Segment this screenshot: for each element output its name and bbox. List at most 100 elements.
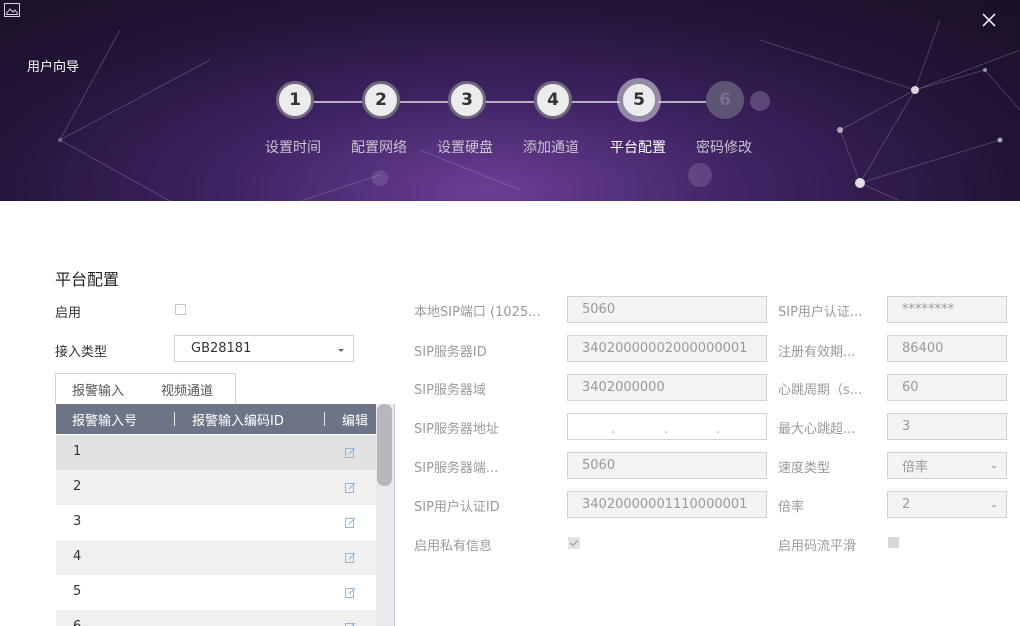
- sip-user-auth-password-value: ********: [902, 302, 954, 317]
- heartbeat-period-label: 心跳周期（s...: [778, 383, 863, 398]
- local-sip-port-label: 本地SIP端口 (1025...: [414, 305, 541, 320]
- alarm-input-table: 报警输入号 报警输入编码ID 编辑 1 2 3 4 5 6: [56, 404, 376, 626]
- table-row[interactable]: 4: [56, 540, 376, 575]
- table-row[interactable]: 5: [56, 575, 376, 610]
- access-type-label: 接入类型: [55, 345, 108, 360]
- enable-checkbox[interactable]: [175, 304, 186, 315]
- step-4-label[interactable]: 添加通道: [506, 137, 596, 157]
- access-type-value: GB28181: [191, 341, 252, 356]
- chevron-down-icon: [338, 348, 344, 352]
- ip-separator: .: [716, 422, 721, 437]
- row-alarm-input-number: 4: [73, 549, 82, 564]
- heartbeat-period-value: 60: [902, 380, 919, 395]
- sip-server-port-value: 5060: [582, 458, 616, 473]
- table-row[interactable]: 2: [56, 470, 376, 505]
- step-4-indicator[interactable]: 4: [534, 81, 572, 119]
- chevron-down-icon: [991, 465, 997, 469]
- table-row[interactable]: 6: [56, 610, 376, 626]
- sip-server-address-label: SIP服务器地址: [414, 422, 499, 437]
- sip-user-auth-id-value: 34020000001110000001: [582, 497, 748, 512]
- local-sip-port-input[interactable]: 5060: [567, 296, 767, 323]
- table-row[interactable]: 3: [56, 505, 376, 540]
- column-divider: [174, 412, 175, 426]
- sip-server-port-label: SIP服务器端...: [414, 461, 499, 476]
- speed-type-select[interactable]: 倍率: [887, 452, 1007, 479]
- sip-server-id-label: SIP服务器ID: [414, 345, 487, 360]
- sip-server-domain-value: 3402000000: [582, 380, 665, 395]
- tab-bar: 报警输入 视频通道: [55, 373, 236, 404]
- max-heartbeat-timeout-input[interactable]: 3: [887, 413, 1007, 440]
- sip-server-id-input[interactable]: 34020000002000000001: [567, 335, 767, 362]
- step-3-indicator[interactable]: 3: [448, 81, 486, 119]
- step-2-label[interactable]: 配置网络: [334, 137, 424, 157]
- speed-type-value: 倍率: [902, 460, 929, 475]
- edit-icon[interactable]: [345, 587, 356, 598]
- enable-private-info-label: 启用私有信息: [414, 539, 493, 554]
- step-1-indicator[interactable]: 1: [276, 81, 314, 119]
- register-validity-label: 注册有效期...: [778, 345, 856, 360]
- step-5-indicator-active[interactable]: 5: [620, 81, 658, 119]
- max-heartbeat-timeout-label: 最大心跳超...: [778, 422, 856, 437]
- column-divider: [324, 412, 325, 426]
- chevron-down-icon: [991, 504, 997, 508]
- row-alarm-input-number: 2: [73, 479, 82, 494]
- row-alarm-input-number: 3: [73, 514, 82, 529]
- sip-server-address-ip-input[interactable]: . . .: [567, 413, 767, 440]
- step-5-label[interactable]: 平台配置: [593, 137, 683, 157]
- ip-separator: .: [664, 422, 669, 437]
- table-row[interactable]: 1: [56, 435, 376, 470]
- close-icon[interactable]: [980, 11, 998, 29]
- enable-stream-smoothing-checkbox[interactable]: [888, 537, 899, 548]
- row-alarm-input-number: 1: [73, 444, 82, 459]
- local-sip-port-value: 5060: [582, 302, 616, 317]
- speed-type-label: 速度类型: [778, 461, 831, 476]
- step-connector: [658, 101, 706, 103]
- column-header-alarm-input-number[interactable]: 报警输入号: [72, 410, 137, 429]
- edit-icon[interactable]: [345, 482, 356, 493]
- sip-user-auth-password-input[interactable]: ********: [887, 296, 1007, 323]
- register-validity-value: 86400: [902, 341, 944, 356]
- sip-server-domain-label: SIP服务器域: [414, 383, 486, 398]
- sip-user-auth-id-input[interactable]: 34020000001110000001: [567, 491, 767, 518]
- rate-select[interactable]: 2: [887, 491, 1007, 518]
- step-connector: [485, 101, 534, 103]
- sip-server-port-input[interactable]: 5060: [567, 452, 767, 479]
- step-connector: [313, 101, 362, 103]
- step-2-indicator[interactable]: 2: [362, 81, 400, 119]
- enable-label: 启用: [55, 306, 82, 321]
- step-connector: [571, 101, 620, 103]
- edit-icon[interactable]: [345, 552, 356, 563]
- divider: [394, 404, 395, 626]
- access-type-select[interactable]: GB28181: [174, 335, 354, 362]
- sip-server-domain-input[interactable]: 3402000000: [567, 374, 767, 401]
- step-1-label[interactable]: 设置时间: [248, 137, 338, 157]
- table-scrollbar-thumb[interactable]: [377, 404, 392, 486]
- ip-separator: .: [611, 422, 616, 437]
- tab-video-channel[interactable]: 视频通道: [161, 380, 213, 399]
- sip-user-auth-password-label: SIP用户认证...: [778, 305, 863, 320]
- edit-icon[interactable]: [345, 447, 356, 458]
- table-header: 报警输入号 报警输入编码ID 编辑: [56, 404, 376, 434]
- sip-server-id-value: 34020000002000000001: [582, 341, 748, 356]
- edit-icon[interactable]: [345, 622, 356, 626]
- row-alarm-input-number: 5: [73, 584, 82, 599]
- heartbeat-period-input[interactable]: 60: [887, 374, 1007, 401]
- tab-alarm-input[interactable]: 报警输入: [72, 380, 124, 399]
- enable-stream-smoothing-label: 启用码流平滑: [778, 539, 857, 554]
- enable-private-info-checkbox[interactable]: [568, 537, 580, 549]
- step-3-label[interactable]: 设置硬盘: [420, 137, 510, 157]
- column-header-alarm-input-code-id[interactable]: 报警输入编码ID: [192, 410, 284, 429]
- max-heartbeat-timeout-value: 3: [902, 419, 911, 434]
- section-title: 平台配置: [55, 270, 120, 289]
- step-6-label[interactable]: 密码修改: [679, 137, 769, 157]
- window-image-icon: [4, 3, 20, 17]
- sip-user-auth-id-label: SIP用户认证ID: [414, 500, 500, 515]
- step-connector: [399, 101, 448, 103]
- column-header-edit[interactable]: 编辑: [342, 410, 368, 429]
- register-validity-input[interactable]: 86400: [887, 335, 1007, 362]
- edit-icon[interactable]: [345, 517, 356, 528]
- wizard-title: 用户向导: [27, 60, 80, 75]
- step-6-indicator[interactable]: 6: [706, 81, 744, 119]
- rate-label: 倍率: [778, 500, 805, 515]
- rate-value: 2: [902, 497, 911, 512]
